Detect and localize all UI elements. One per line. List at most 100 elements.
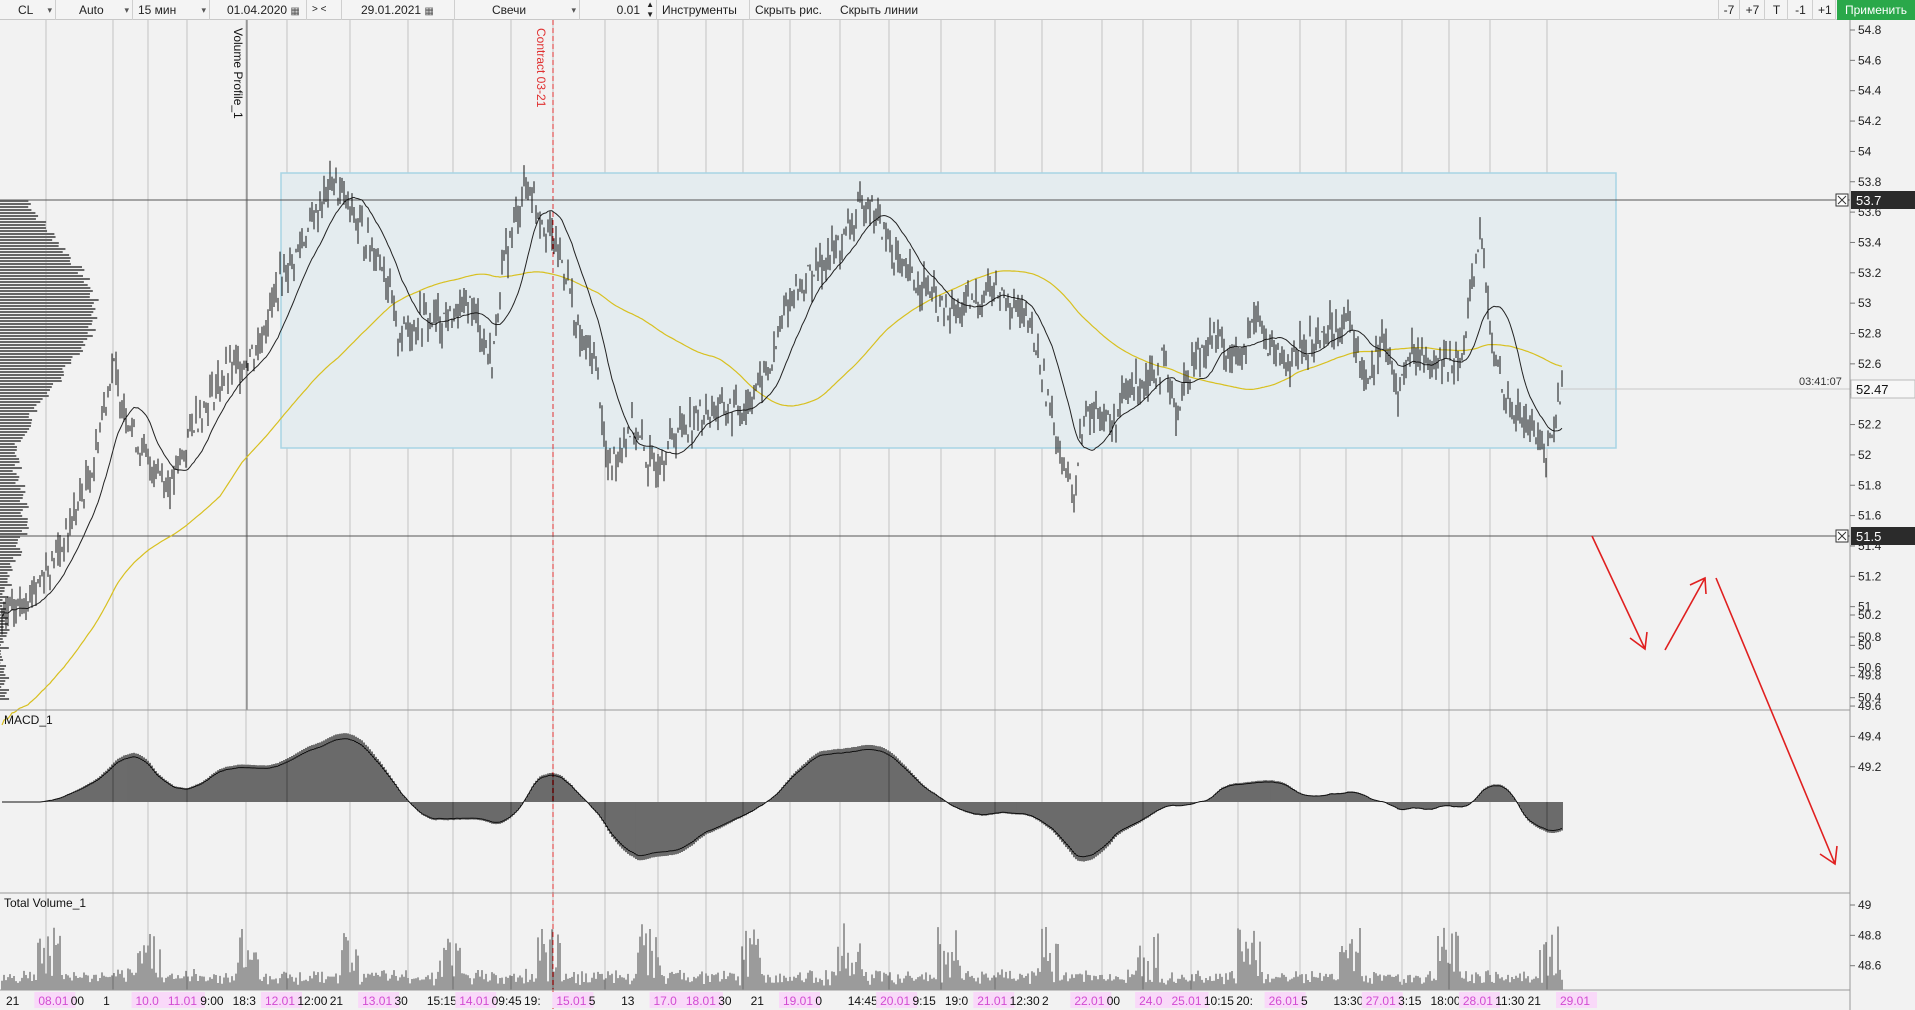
minus1-label: -1 [1795,3,1806,17]
profile-bar [0,323,92,325]
volume-profile-label: Volume Profile_1 [231,28,245,119]
forecast-arrows[interactable] [1591,535,1838,866]
profile-bar [0,584,12,586]
profile-bar [0,293,90,295]
profile-bar [0,482,16,484]
profile-bar [0,542,18,544]
profile-bar [0,239,53,241]
profile-bar [0,566,12,568]
date-from-field[interactable]: 01.04.2020 ▦ [211,0,307,20]
nav-prev-button[interactable]: < [321,4,327,15]
price-tick-label: 52.8 [1858,327,1882,341]
date-to-value: 29.01.2021 [361,3,422,17]
date-to-field[interactable]: 29.01.2021 ▦ [343,0,455,20]
date-label: 17.0 [654,994,678,1008]
profile-bar [0,413,30,415]
profile-bar [0,488,21,490]
price-tick-label: 51.2 [1858,569,1882,583]
profile-bar [0,650,1,652]
time-label: 13:30 [1333,994,1363,1008]
profile-bar [0,302,94,304]
profile-bar [0,428,30,430]
scale-select[interactable]: Auto [57,0,133,20]
step-field[interactable]: 0.01 ▲ ▼ [581,0,657,20]
time-label: 11:30 [1495,994,1524,1008]
profile-bar [0,431,28,433]
profile-bar [0,401,41,403]
profile-bar [0,242,59,244]
zoom-minus7-button[interactable]: -7 [1718,0,1740,20]
plus1-label: +1 [1818,3,1832,17]
hide-drawings-button[interactable]: Скрыть рис. [751,0,835,20]
price-tick-label: 51.6 [1858,509,1882,523]
profile-bar [0,677,10,679]
price-tick-label: 51.8 [1858,478,1882,492]
profile-bar [0,605,3,607]
zoom-plus1-button[interactable]: +1 [1814,0,1836,20]
date-label: 28.01 [1463,994,1493,1008]
macd-histogram [41,733,1563,862]
instruments-label: Инструменты [662,3,737,17]
profile-bar [0,251,63,253]
time-label: 18:00 [1431,994,1461,1008]
symbol-select[interactable]: CL [0,0,56,20]
profile-bar [0,407,35,409]
price-tick-label: 52.6 [1858,357,1882,371]
time-label: 15:15 [427,994,457,1008]
calendar-icon[interactable]: ▦ [290,6,299,17]
time-label: 21 [330,994,344,1008]
time-axis: 21 08.01 00 1 10.0 11.01 9:00 18:3 12.01 12:00 21 1… [6,992,1597,1008]
time-label: 5 [1301,994,1308,1008]
time-label: 18:3 [233,994,257,1008]
profile-bar [0,683,5,685]
profile-bar [0,533,28,535]
price-tick-label: 50.2 [1858,608,1882,622]
profile-bar [0,668,5,670]
profile-bar [0,248,66,250]
price-tick-label: 49 [1858,898,1872,912]
symbol-value: CL [18,3,34,17]
profile-bar [0,227,46,229]
price-tick-label: 49.8 [1858,669,1882,683]
profile-bar [0,332,88,334]
profile-bar [0,629,10,631]
stepper-arrows-icon[interactable]: ▲ ▼ [646,0,654,20]
nav-next-button[interactable]: > [312,4,318,15]
date-label: 25.01 [1172,994,1202,1008]
profile-bar [0,350,83,352]
profile-bar [0,440,21,442]
zoom-plus7-button[interactable]: +7 [1741,0,1765,20]
time-label: 30 [718,994,732,1008]
profile-bar [0,449,17,451]
chart-type-select[interactable]: Свечи [456,0,580,20]
instruments-button[interactable]: Инструменты [658,0,750,20]
price-tick-label: 48.8 [1858,928,1882,942]
profile-bar [0,578,8,580]
price-tick-label: 53 [1858,296,1872,310]
t-button[interactable]: T [1766,0,1788,20]
hide-lines-button[interactable]: Скрыть линии [836,0,926,20]
profile-bar [0,464,15,466]
profile-bar [0,494,24,496]
zoom-minus1-button[interactable]: -1 [1789,0,1813,20]
price-tick-label: 53.8 [1858,175,1882,189]
timeframe-select[interactable]: 15 мин [134,0,210,20]
profile-bar [0,527,29,529]
date-label: 15.01 [556,994,586,1008]
profile-bar [0,647,9,649]
date-label: 08.01 [38,994,68,1008]
profile-bar [0,311,94,313]
profile-bar [0,296,90,298]
apply-button[interactable]: Применить [1837,0,1915,20]
profile-bar [0,659,4,661]
profile-bar [0,521,28,523]
profile-bar [0,278,90,280]
profile-bar [0,590,5,592]
profile-bar [0,212,36,214]
range-box[interactable] [280,172,1617,449]
chart-canvas[interactable]: Volume Profile_1 Contract 03-21 MACD_1 T… [0,20,1915,1010]
time-grid [45,20,1548,990]
profile-bar [0,275,83,277]
profile-bar [0,221,47,223]
calendar-icon[interactable]: ▦ [424,6,433,17]
